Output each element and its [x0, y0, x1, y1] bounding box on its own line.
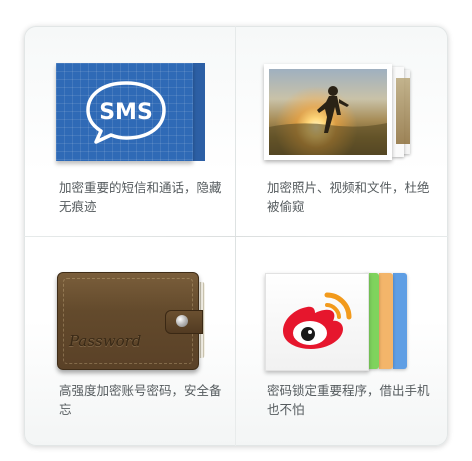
feature-caption: 密码锁定重要程序，借出手机也不怕 [267, 383, 430, 417]
feature-grid: SMS 加密重要的短信和通话，隐藏无痕迹 加密照片、视频和文件，杜绝被偷窥 Pa… [24, 26, 448, 446]
feature-photo: 加密照片、视频和文件，杜绝被偷窥 [236, 26, 447, 236]
sms-icon: SMS [56, 63, 205, 161]
photo-icon [264, 64, 414, 160]
feature-caption: 加密重要的短信和通话，隐藏无痕迹 [59, 180, 222, 214]
wallet-password-icon: Password [57, 272, 205, 370]
feature-caption: 加密照片、视频和文件，杜绝被偷窥 [267, 180, 430, 214]
wallet-icon-text: Password [69, 332, 142, 350]
sms-icon-text: SMS [99, 100, 153, 125]
feature-sms: SMS 加密重要的短信和通话，隐藏无痕迹 [24, 26, 235, 236]
feature-password: Password 高强度加密账号密码，安全备忘 [24, 237, 235, 446]
feature-app-lock: 密码锁定重要程序，借出手机也不怕 [236, 237, 447, 446]
feature-caption: 高强度加密账号密码，安全备忘 [59, 383, 222, 417]
weibo-app-lock-icon [265, 273, 415, 373]
